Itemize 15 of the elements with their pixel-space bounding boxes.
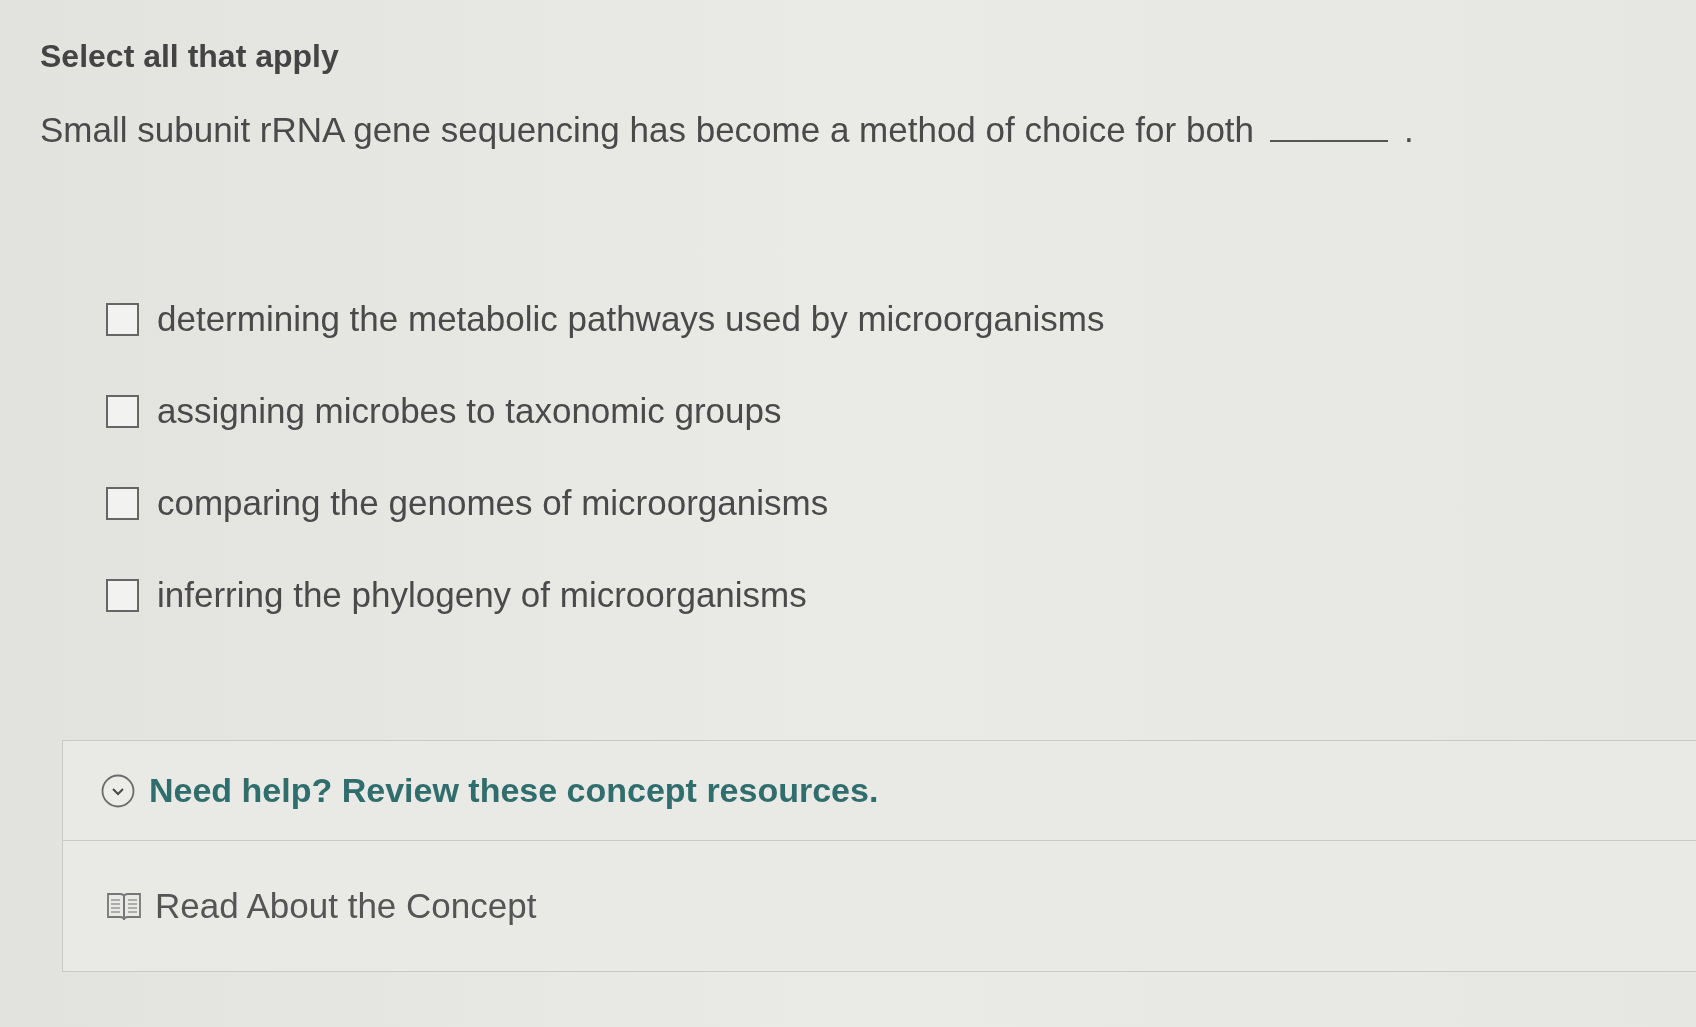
checkbox[interactable] [106, 486, 139, 520]
help-toggle[interactable]: Need help? Review these concept resources. [149, 765, 879, 816]
option-label[interactable]: inferring the phylogeny of microorganisms [157, 572, 807, 618]
chevron-down-circle-icon[interactable] [101, 773, 135, 808]
question-text: . [1404, 109, 1414, 151]
option-label[interactable]: determining the metabolic pathways used by microorganisms [157, 296, 1105, 342]
option-label[interactable]: assigning microbes to taxonomic groups [157, 388, 782, 434]
checkbox[interactable] [106, 394, 139, 428]
checkbox[interactable] [106, 302, 139, 336]
option-label[interactable]: comparing the genomes of microorganisms [157, 480, 829, 526]
checkbox[interactable] [106, 578, 139, 612]
instruction-text: Select all that apply [40, 37, 339, 76]
book-icon [107, 891, 141, 921]
question-text: Small subunit rRNA gene sequencing has become a method of choice for both [40, 109, 1255, 151]
resource-link[interactable]: Read About the Concept [155, 879, 537, 933]
